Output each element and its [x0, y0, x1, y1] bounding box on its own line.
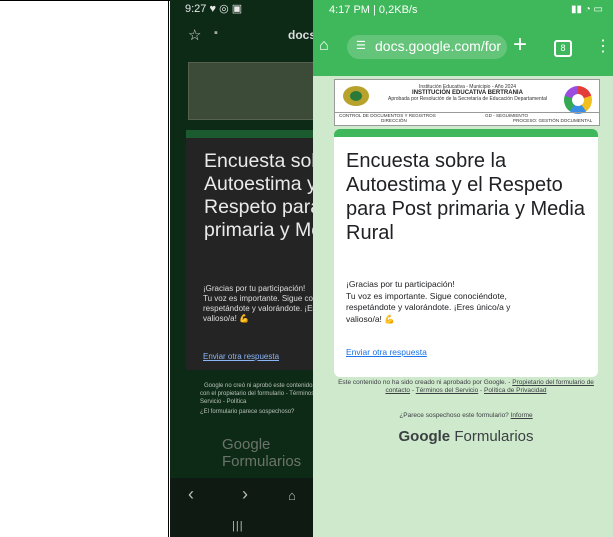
left-confirmation-message: ¡Gracias por tu participación! Tu voz es… [203, 284, 330, 323]
left-status-bar: 9:27 ♥ ◎ ▣ [185, 2, 242, 15]
submit-another-response-link[interactable]: Enviar otra respuesta [346, 347, 427, 357]
divider-left [168, 0, 169, 537]
doc-direction-label: DIRECCIÓN [381, 118, 407, 123]
form-footer: Este contenido no ha sido creado ni apro… [334, 379, 598, 419]
left-institution-banner [188, 62, 330, 120]
star-icon[interactable]: ☆ [188, 26, 201, 44]
left-navigation-bar: ‹ › ⌂ ||| [170, 478, 330, 537]
left-form-title: Encuesta sobre la Autoestima y el Respet… [204, 150, 330, 241]
form-confirmation-card: Encuesta sobre la Autoestima y el Respet… [334, 129, 598, 377]
left-footer-report[interactable]: ¿El formulario parece sospechoso? [200, 408, 294, 416]
institution-header-banner: Institución Educativa - Municipio - Año … [334, 79, 600, 126]
back-icon[interactable]: ‹ [188, 484, 194, 505]
google-wordmark: Google [398, 428, 451, 445]
browser-toolbar: 4:17 PM | 0,2KB/s ▮▮ ◔ ▭ ⌂ ☰ docs.google… [313, 0, 613, 76]
institution-subtitle: Aprobada por Resolución de la Secretaría… [388, 96, 547, 102]
forms-wordmark: Formularios [454, 428, 534, 445]
form-title: Encuesta sobre la Autoestima y el Respet… [346, 150, 585, 244]
more-options-icon[interactable]: ⋮ [595, 36, 611, 56]
confirmation-message: ¡Gracias por tu participación! Tu voz es… [346, 279, 511, 324]
lock-icon: ▪ [214, 27, 218, 39]
institution-text: Institución Educativa - Municipio - Año … [375, 84, 560, 102]
left-status-time: 9:27 [185, 3, 207, 15]
home-icon[interactable]: ⌂ [288, 488, 296, 503]
tab-switcher-button[interactable]: 8 [554, 40, 572, 57]
divider-top [0, 0, 175, 1]
forward-icon[interactable]: › [242, 484, 248, 505]
left-footer-links[interactable]: con el propietario del formulario - Térm… [200, 390, 330, 406]
google-forms-logo: Google Formularios [334, 428, 598, 445]
left-phone-screenshot: 9:27 ♥ ◎ ▣ ☆ ▪ docs Encuesta sobre la Au… [170, 0, 330, 537]
institution-emblem-icon [343, 86, 369, 106]
address-bar[interactable]: ☰ docs.google.com/for [347, 35, 507, 59]
report-link[interactable]: Informe [511, 412, 533, 419]
recent-apps-icon[interactable]: ||| [232, 520, 244, 532]
new-tab-icon[interactable]: + [513, 31, 527, 59]
left-footer-disclaimer: Google no creó ni aprobó este contenido. [204, 383, 315, 389]
footer-intro: Este contenido no ha sido creado ni apro… [338, 379, 507, 386]
report-abuse-line: ¿Parece sospechoso este formulario? Info… [334, 412, 598, 420]
report-question: ¿Parece sospechoso este formulario? [399, 412, 509, 419]
right-status-time: 4:17 PM | 0,2KB/s [329, 4, 418, 16]
left-form-card: Encuesta sobre la Autoestima y el Respet… [186, 130, 330, 370]
colorful-badge-icon [564, 86, 592, 114]
footer-privacy-link[interactable]: Política de Privacidad [484, 387, 547, 394]
site-settings-icon[interactable]: ☰ [356, 39, 366, 52]
footer-terms-link[interactable]: Términos del Servicio [416, 387, 479, 394]
left-submit-another-link[interactable]: Enviar otra respuesta [203, 352, 279, 361]
address-bar-url[interactable]: docs.google.com/for [375, 38, 501, 54]
left-status-icons: ♥ ◎ ▣ [209, 3, 243, 15]
left-url-bar: ☆ ▪ docs [170, 18, 330, 52]
home-icon[interactable]: ⌂ [319, 37, 329, 55]
left-url-text[interactable]: docs [288, 28, 316, 42]
doc-process-label: PROCESO: GESTIÓN DOCUMENTAL [513, 118, 593, 123]
footer-disclaimer: Este contenido no ha sido creado ni apro… [338, 379, 594, 394]
document-control-row: CONTROL DE DOCUMENTOS Y REGISTROS DIRECC… [335, 112, 599, 124]
right-status-icons: ▮▮ ◔ ▭ [570, 4, 603, 15]
right-phone-screenshot: 4:17 PM | 0,2KB/s ▮▮ ◔ ▭ ⌂ ☰ docs.google… [313, 0, 613, 537]
